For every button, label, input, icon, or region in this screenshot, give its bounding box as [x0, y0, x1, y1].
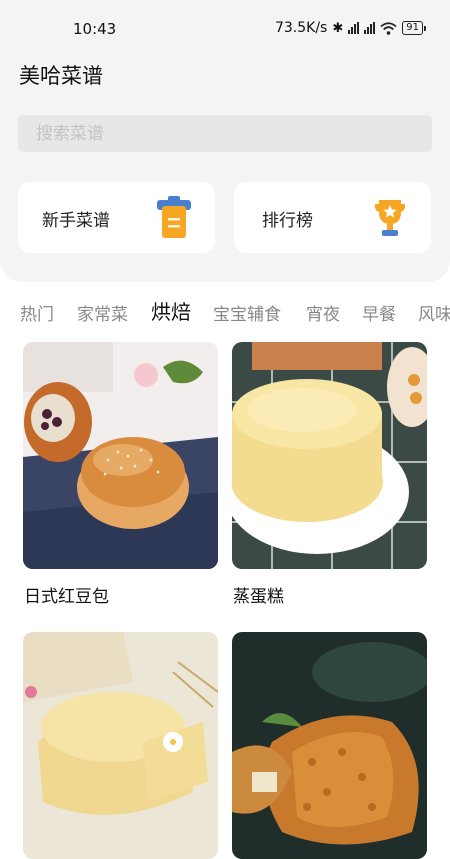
signal-icon — [348, 22, 360, 34]
status-bar: 10:43 73.5K/s ✱ 91 — [0, 0, 450, 60]
recipe-image — [23, 632, 218, 859]
battery-level: 91 — [402, 21, 423, 35]
recipe-card[interactable] — [232, 632, 427, 859]
app-title: 美哈菜谱 — [19, 64, 103, 88]
tab-breakfast[interactable]: 早餐 — [362, 300, 396, 325]
recipe-name: 蒸蛋糕 — [233, 587, 284, 607]
trophy-icon — [375, 200, 405, 236]
tab-home-cooking[interactable]: 家常菜 — [77, 300, 128, 325]
recipe-card-red-bean-bun[interactable]: 日式红豆包 — [23, 342, 218, 607]
status-time: 10:43 — [73, 20, 117, 38]
tab-hot[interactable]: 热门 — [20, 300, 54, 325]
ranking-label: 排行榜 — [262, 211, 313, 231]
battery-icon: 91 — [402, 21, 426, 35]
recipe-card[interactable] — [23, 632, 218, 859]
bluetooth-icon: ✱ — [332, 20, 344, 36]
recipe-name: 日式红豆包 — [24, 587, 109, 607]
wifi-icon — [380, 21, 397, 35]
status-indicators: 73.5K/s ✱ 91 — [275, 20, 426, 36]
net-speed: 73.5K/s — [274, 20, 328, 36]
recipe-image — [232, 632, 427, 859]
recipe-image — [232, 342, 427, 569]
tab-baby-food[interactable]: 宝宝辅食 — [213, 300, 281, 325]
ranking-card[interactable]: 排行榜 — [234, 182, 431, 253]
beginner-recipes-card[interactable]: 新手菜谱 — [18, 182, 215, 253]
tab-flavor[interactable]: 风味 — [418, 300, 450, 325]
recipe-image — [23, 342, 218, 569]
recipe-card-steamed-cake[interactable]: 蒸蛋糕 — [232, 342, 427, 607]
category-tabs: 热门 家常菜 烘焙 宝宝辅食 宵夜 早餐 风味 — [0, 296, 450, 326]
tab-baking[interactable]: 烘焙 — [151, 296, 191, 325]
signal-2-icon — [364, 22, 376, 34]
beginner-recipes-label: 新手菜谱 — [42, 211, 110, 231]
search-input[interactable] — [18, 115, 432, 152]
clipboard-icon — [157, 196, 191, 238]
tab-late-night[interactable]: 宵夜 — [306, 300, 340, 325]
